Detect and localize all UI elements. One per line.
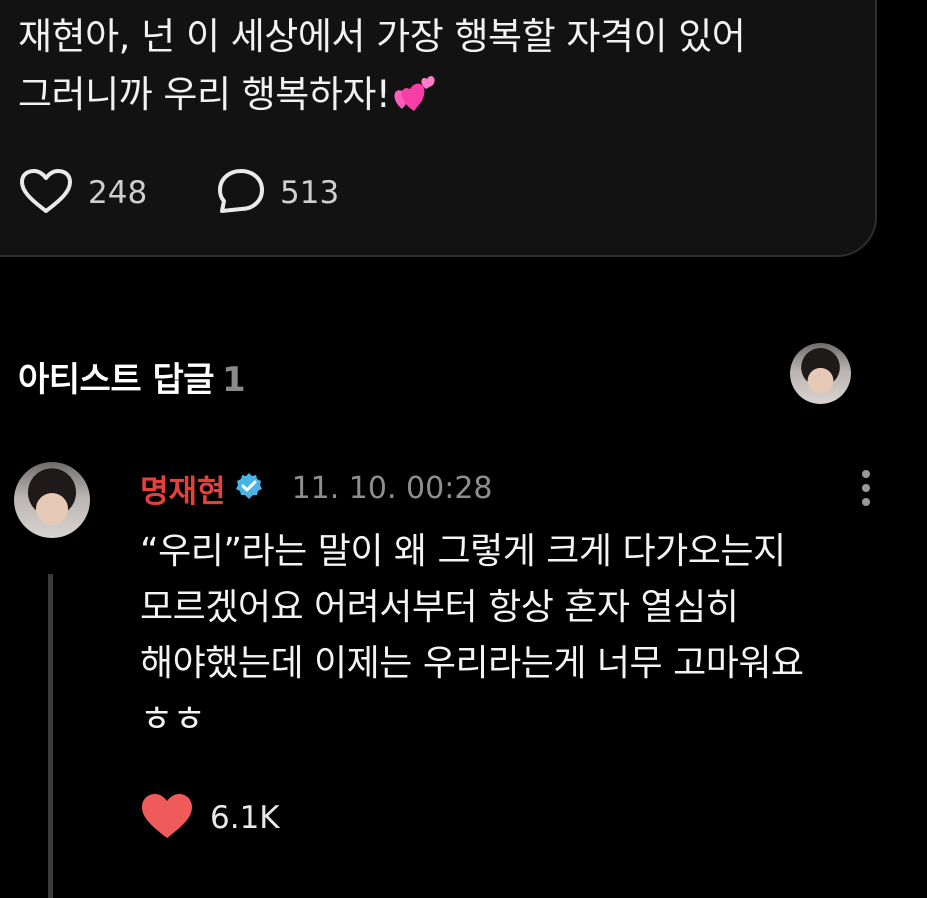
reply-header: 명재현 11. 10. 00:28 [140,466,493,510]
post-like-button[interactable]: 248 [18,168,147,218]
reply-like-button[interactable]: 6.1K [140,790,280,846]
post-comment-count: 513 [280,175,340,211]
two-hearts-emoji [392,72,438,130]
reply-timestamp: 11. 10. 00:28 [291,470,493,506]
heart-filled-icon [140,792,194,844]
artist-replies-count: 1 [222,360,246,400]
post-like-count: 248 [88,175,148,211]
post-line-1: 재현아, 넌 이 세상에서 가장 행복할 자격이 있어 [18,15,746,58]
reply-author-name[interactable]: 명재현 [140,466,226,511]
more-vertical-icon[interactable] [857,466,875,510]
verified-badge-icon [234,471,264,505]
post-comment-button[interactable]: 513 [216,168,339,218]
reply-line-3: 해야했는데 이제는 우리라는게 너무 고마워요 [140,643,804,684]
post-line-2: 그러니까 우리 행복하자! [18,66,878,130]
heart-outline-icon [18,167,74,219]
artist-replies-header: 아티스트 답글 1 [18,352,246,401]
thread-line [48,574,53,898]
reply-like-count: 6.1K [210,800,280,836]
post-line-2-text: 그러니까 우리 행복하자! [18,73,391,116]
post-body: 재현아, 넌 이 세상에서 가장 행복할 자격이 있어 그러니까 우리 행복하자… [18,8,878,130]
artist-replies-title: 아티스트 답글 [18,360,215,400]
reply-author-avatar[interactable] [14,462,90,538]
reply-body: “우리”라는 말이 왜 그렇게 크게 다가오는지 모르겠어요 어려서부터 항상 … [140,524,900,748]
reply-line-2: 모르겠어요 어려서부터 항상 혼자 열심히 [140,587,739,628]
artist-avatar[interactable] [790,343,851,404]
speech-bubble-icon [216,167,266,219]
reply-line-4: ㅎㅎ [140,699,206,740]
reply-line-1: “우리”라는 말이 왜 그렇게 크게 다가오는지 [140,531,786,572]
